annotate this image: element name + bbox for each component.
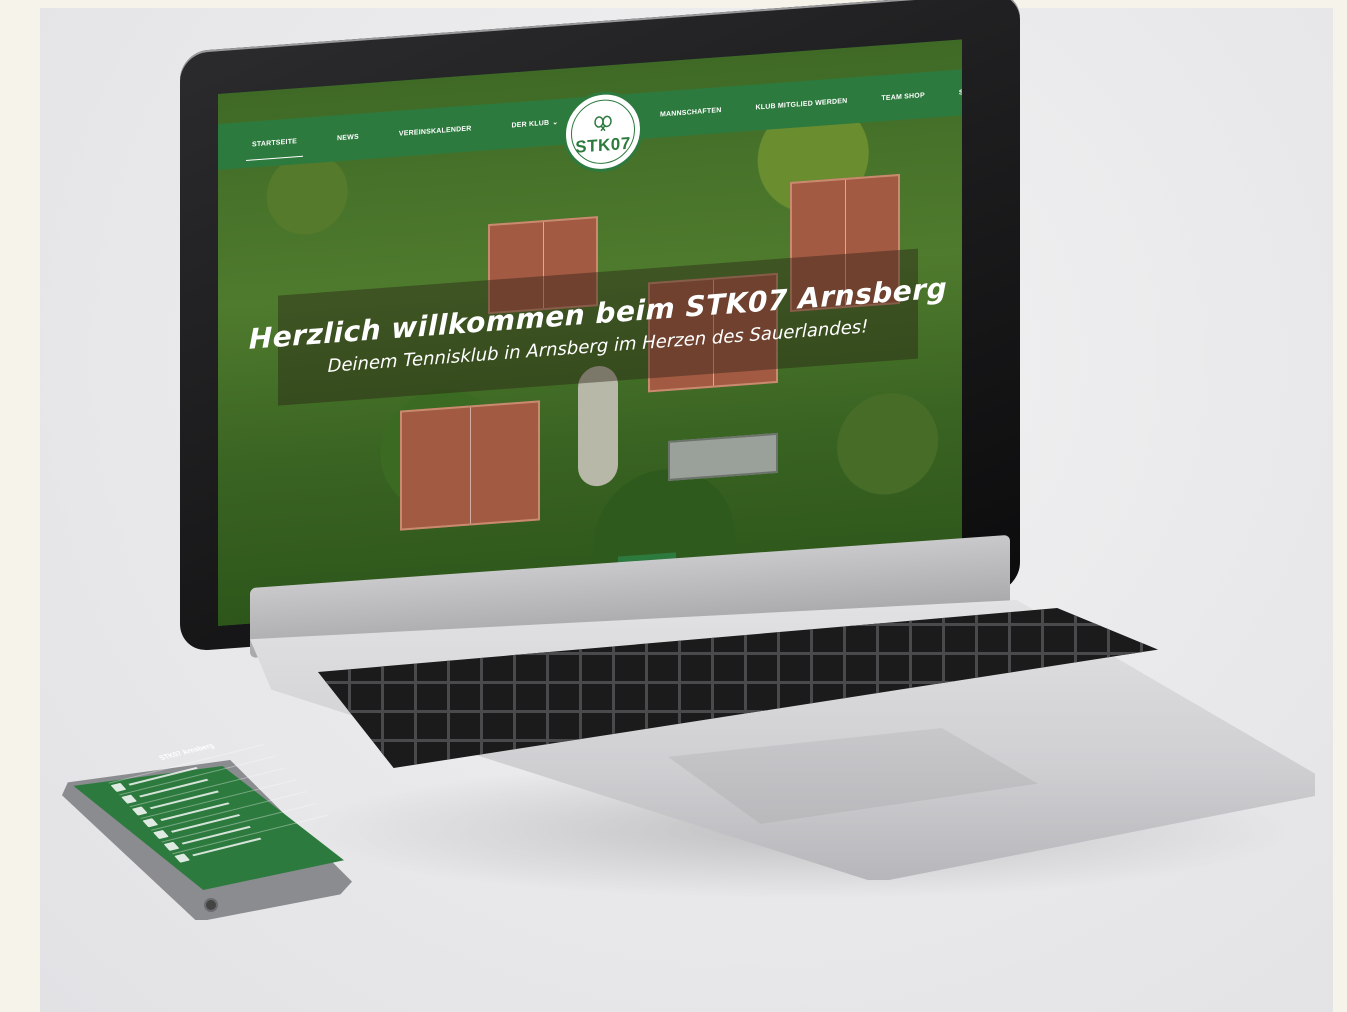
phone-home-button: [206, 900, 216, 910]
nav-item-team-shop[interactable]: TEAM SHOP: [875, 87, 930, 106]
nav-item-mannschaften[interactable]: MANNSCHAFTEN: [654, 102, 728, 122]
nav-item-vereinskalender[interactable]: VEREINSKALENDER: [393, 120, 478, 141]
nav-item-news[interactable]: NEWS: [331, 129, 365, 146]
basket-icon: [131, 805, 148, 816]
nav-item-klub-mitglied-werden[interactable]: KLUB MITGLIED WERDEN: [750, 93, 854, 116]
nav-item-sponsoren[interactable]: SPONSOREN: [953, 81, 962, 100]
people-icon: [163, 841, 180, 851]
tennis-rackets-icon: [594, 115, 612, 132]
camera-icon: [142, 817, 158, 827]
menu-item-icon: [110, 782, 127, 792]
clubhouse: [668, 432, 778, 481]
chevron-down-icon: ⌄: [552, 119, 559, 127]
logo-text: STK07: [575, 133, 631, 157]
calendar-icon: [120, 794, 137, 804]
tennis-court: [400, 400, 540, 531]
search-icon: [152, 829, 169, 839]
document-icon: [173, 853, 190, 863]
laptop-screen: STARTSEITE NEWS VEREINSKALENDER DER KLUB…: [218, 39, 962, 626]
nav-item-der-klub-label: DER KLUB: [511, 119, 550, 130]
nav-item-startseite[interactable]: STARTSEITE: [246, 133, 303, 152]
nav-item-der-klub[interactable]: DER KLUB ⌄: [505, 114, 564, 134]
